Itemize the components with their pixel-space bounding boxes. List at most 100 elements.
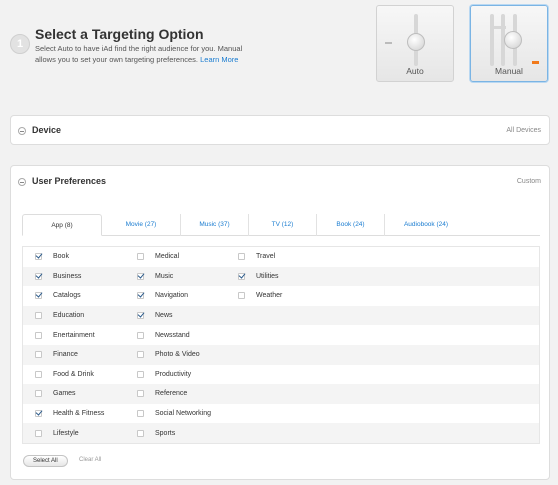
category-option[interactable]: Catalogs [35,286,81,306]
category-option[interactable]: Sports [137,423,175,443]
checkbox[interactable] [238,292,245,300]
category-option[interactable]: Productivity [137,365,191,385]
checkbox-label: Social Networking [155,410,212,418]
checkbox-label: Sports [155,429,176,437]
checkbox[interactable] [238,253,245,261]
category-option[interactable]: Food & Drink [35,365,94,385]
category-option[interactable]: Lifestyle [35,423,79,443]
tab-music[interactable]: Music (37) [181,214,249,236]
checkbox[interactable] [137,331,144,339]
checkbox[interactable] [137,312,144,320]
category-option[interactable]: Health & Fitness [35,404,104,424]
category-checkbox-list: Book Medical Travel Business Music Utilities C… [22,246,540,444]
category-option[interactable]: Music [137,267,173,287]
checkbox[interactable] [35,410,42,418]
checkbox-label: Utilities [256,272,279,280]
list-row: Health & Fitness Social Networking [23,404,539,424]
learn-more-link[interactable]: Learn More [200,55,238,64]
checkbox-label: Music [155,272,174,280]
category-option[interactable]: Business [35,267,81,287]
category-option[interactable]: Reference [137,384,187,404]
checkbox[interactable] [35,390,42,398]
tab-book[interactable]: Book (24) [317,214,385,236]
category-option[interactable]: Medical [137,247,179,267]
page-title: Select a Targeting Option [35,26,204,42]
tab-app[interactable]: App (8) [22,214,102,236]
list-row: Enertainment Newsstand [23,325,539,345]
device-panel-summary: All Devices [506,127,541,134]
expand-toggle-icon[interactable] [18,127,26,135]
auto-option-label: Auto [406,66,424,76]
manual-option-button[interactable]: Manual [470,5,548,82]
list-row: Finance Photo & Video [23,344,539,365]
checkbox[interactable] [137,272,144,280]
checkbox-label: Enertainment [53,331,95,339]
list-row: Lifestyle Sports [23,423,539,443]
checkbox[interactable] [35,272,42,280]
select-all-button[interactable]: Select All [23,455,68,467]
category-option[interactable]: Finance [35,345,78,365]
checkbox-label: Catalogs [53,292,81,300]
list-row: Education News [23,305,539,326]
tab-tv[interactable]: TV (12) [249,214,317,236]
checkbox[interactable] [137,351,144,359]
checkbox-label: Business [53,272,82,280]
checkbox-label: Games [53,390,76,398]
checkbox[interactable] [35,253,42,261]
step-number-badge: 1 [10,34,30,54]
list-row: Games Reference [23,384,539,404]
checkbox[interactable] [137,292,144,300]
checkbox-label: Education [53,312,85,320]
checkbox[interactable] [238,272,245,280]
checkbox[interactable] [137,370,144,378]
category-option[interactable]: Photo & Video [137,345,200,365]
user-preferences-panel: User Preferences Custom App (8) Movie (2… [10,165,550,480]
category-option[interactable]: Travel [238,247,275,267]
checkbox[interactable] [137,253,144,261]
tab-audiobook[interactable]: Audiobook (24) [385,214,467,236]
checkbox[interactable] [35,331,42,339]
category-option[interactable]: Newsstand [137,325,190,345]
checkbox-label: Finance [53,351,78,359]
user-preferences-summary: Custom [516,178,541,185]
category-option[interactable]: Social Networking [137,404,211,424]
checkbox-label: Lifestyle [53,429,79,437]
checkbox-label: Productivity [155,370,192,378]
category-option[interactable]: Weather [238,286,282,306]
checkbox[interactable] [137,429,144,437]
checkbox[interactable] [137,390,144,398]
collapse-toggle-icon[interactable] [18,178,26,186]
checkbox[interactable] [35,292,42,300]
category-option[interactable]: Games [35,384,76,404]
category-option[interactable]: Enertainment [35,325,95,345]
checkbox[interactable] [35,429,42,437]
category-tabs: App (8) Movie (27) Music (37) TV (12) Bo… [22,214,540,236]
auto-option-button[interactable]: Auto [376,5,454,82]
checkbox-label: Navigation [155,292,189,300]
checkbox-label: Newsstand [155,331,190,339]
clear-all-link[interactable]: Clear All [79,457,101,463]
checkbox-label: News [155,312,173,320]
checkbox-label: Food & Drink [53,370,94,378]
checkbox[interactable] [35,312,42,320]
device-panel-title: Device [32,125,62,135]
category-option[interactable]: Education [35,306,84,326]
checkbox[interactable] [137,410,144,418]
list-row: Catalogs Navigation Weather [23,286,539,306]
list-row: Business Music Utilities [23,266,539,287]
category-option[interactable]: Navigation [137,286,188,306]
checkbox-label: Medical [155,253,180,261]
checkbox[interactable] [35,370,42,378]
device-panel[interactable]: Device All Devices [10,115,550,145]
checkbox[interactable] [35,351,42,359]
checkbox-label: Health & Fitness [53,410,105,418]
checkbox-label: Photo & Video [155,351,200,359]
user-preferences-title: User Preferences [32,176,107,186]
category-option[interactable]: News [137,306,173,326]
manual-option-label: Manual [495,66,523,76]
list-row: Food & Drink Productivity [23,365,539,385]
tab-movie[interactable]: Movie (27) [102,214,181,236]
category-option[interactable]: Utilities [238,267,279,287]
header-description: Select Auto to have iAd find the right a… [35,43,245,65]
category-option[interactable]: Book [35,247,69,267]
